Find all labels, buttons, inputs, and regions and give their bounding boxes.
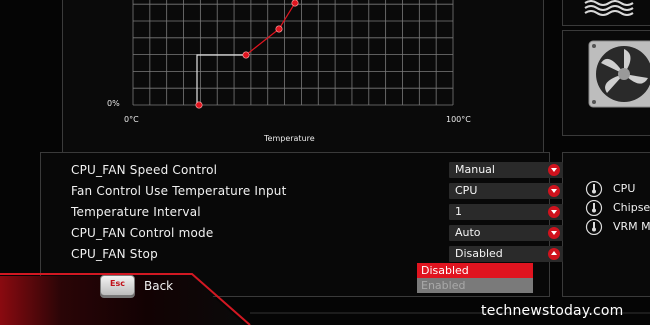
curve-point-4	[291, 0, 299, 7]
water-icon	[584, 0, 634, 16]
chevron-down-icon[interactable]	[548, 164, 560, 176]
x-axis-label: Temperature	[264, 134, 315, 143]
side-panel-top	[562, 0, 650, 26]
x-tick-100: 100°C	[446, 115, 471, 124]
setting-label-speed-control: CPU_FAN Speed Control	[71, 163, 218, 177]
temp-input-value: CPU	[455, 184, 478, 197]
temp-input-select[interactable]: CPU	[449, 183, 563, 199]
curve-baseline	[196, 54, 246, 105]
control-mode-select[interactable]: Auto	[449, 225, 563, 241]
fan-stop-value: Disabled	[455, 247, 503, 260]
watermark: technewstoday.com	[481, 303, 624, 319]
dropdown-option-label: Disabled	[421, 264, 469, 277]
setting-label-temp-input: Fan Control Use Temperature Input	[71, 184, 287, 198]
back-button-label[interactable]: Back	[144, 279, 173, 293]
fan-icon	[588, 40, 650, 108]
y-tick-0: 0%	[107, 99, 120, 108]
side-panel-fan	[562, 30, 650, 136]
setting-row-control-mode: CPU_FAN Control mode Auto	[71, 223, 563, 243]
curve-point-1	[195, 101, 203, 109]
temp-label-vrm: VRM M	[613, 220, 650, 233]
fan-stop-select[interactable]: Disabled	[449, 246, 563, 262]
thermometer-icon	[585, 181, 603, 197]
chevron-down-icon[interactable]	[548, 185, 560, 197]
temp-interval-select[interactable]: 1	[449, 204, 563, 220]
fan-stop-dropdown-list: Disabled Enabled	[417, 263, 533, 293]
fan-curve-panel: 0% 0°C 100°C Temperature	[62, 0, 544, 154]
curve-point-2	[242, 51, 250, 59]
fan-curve-graph[interactable]	[63, 0, 543, 153]
curve-slope	[245, 0, 296, 56]
thermometer-icon	[585, 219, 603, 235]
chevron-up-icon[interactable]	[548, 248, 560, 260]
graph-grid	[132, 0, 454, 106]
speed-control-select[interactable]: Manual	[449, 162, 563, 178]
setting-label-control-mode: CPU_FAN Control mode	[71, 226, 214, 240]
setting-row-speed-control: CPU_FAN Speed Control Manual	[71, 160, 563, 180]
x-tick-0: 0°C	[124, 115, 139, 124]
thermometer-icon	[585, 200, 603, 216]
temp-label-chipset: Chipse	[613, 201, 650, 214]
setting-row-temp-interval: Temperature Interval 1	[71, 202, 563, 222]
chevron-down-icon[interactable]	[548, 206, 560, 218]
setting-label-fan-stop: CPU_FAN Stop	[71, 247, 158, 261]
temp-label-cpu: CPU	[613, 182, 636, 195]
setting-label-temp-interval: Temperature Interval	[71, 205, 201, 219]
temp-interval-value: 1	[455, 205, 462, 218]
esc-key-button[interactable]: Esc	[100, 275, 135, 296]
dropdown-option-label: Enabled	[421, 279, 466, 292]
speed-control-value: Manual	[455, 163, 495, 176]
dropdown-option-disabled[interactable]: Disabled	[417, 263, 533, 278]
esc-key-label: Esc	[110, 279, 125, 288]
setting-row-fan-stop: CPU_FAN Stop Disabled	[71, 244, 563, 264]
chevron-down-icon[interactable]	[548, 227, 560, 239]
fan-curve	[195, 0, 299, 109]
curve-point-3	[275, 25, 283, 33]
control-mode-value: Auto	[455, 226, 481, 239]
setting-row-temp-input: Fan Control Use Temperature Input CPU	[71, 181, 563, 201]
dropdown-option-enabled[interactable]: Enabled	[417, 278, 533, 293]
